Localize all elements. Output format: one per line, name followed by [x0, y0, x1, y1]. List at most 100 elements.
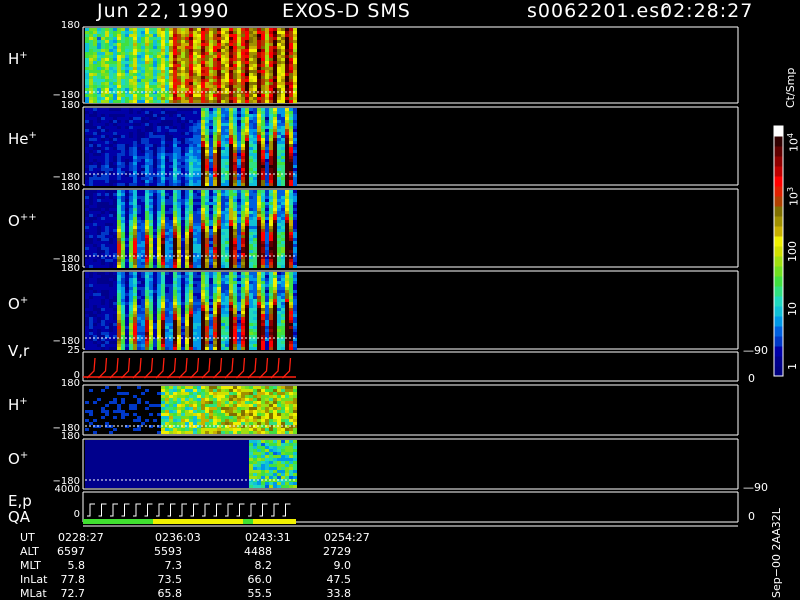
- spectrogram-cell: [121, 341, 125, 344]
- spectrogram-cell: [97, 314, 101, 317]
- spectrogram-cell: [105, 141, 109, 144]
- spectrogram-cell: [129, 141, 133, 144]
- spectrogram-cell: [105, 58, 109, 61]
- spectrogram-cell: [125, 114, 129, 117]
- spectrogram-cell: [209, 31, 213, 34]
- spectrogram-cell: [221, 205, 225, 208]
- spectrogram-cell: [129, 226, 133, 229]
- spectrogram-cell: [161, 302, 165, 305]
- spectrogram-cell: [221, 153, 225, 156]
- spectrogram-cell: [121, 305, 125, 308]
- spectrogram-cell: [193, 223, 197, 226]
- spectrogram-cell: [293, 46, 297, 49]
- spectrogram-cell: [125, 293, 129, 296]
- spectrogram-cell: [157, 147, 161, 150]
- spectrogram-cell: [221, 114, 225, 117]
- spectrogram-cell: [165, 241, 169, 244]
- spectrogram-cell: [113, 67, 117, 70]
- spectrogram-cell: [293, 159, 297, 162]
- spectrogram-cell: [93, 88, 97, 91]
- spectrogram-cell: [149, 49, 153, 52]
- spectrogram-cell: [209, 138, 213, 141]
- spectrogram-cell: [249, 223, 253, 226]
- spectrogram-cell: [141, 150, 145, 153]
- spectrogram-cell: [205, 235, 209, 238]
- spectrogram-cell: [257, 183, 261, 186]
- spectrogram-cell: [289, 123, 293, 126]
- spectrogram-cell: [189, 262, 193, 265]
- spectrogram-cell: [213, 138, 217, 141]
- spectrogram-cell: [229, 70, 233, 73]
- spectrogram-cell: [257, 126, 261, 129]
- spectrogram-cell: [113, 281, 117, 284]
- spectrogram-cell: [281, 100, 285, 103]
- spectrogram-cell: [89, 235, 93, 238]
- spectrogram-cell: [153, 247, 157, 250]
- spectrogram-cell: [201, 208, 205, 211]
- spectrogram-cell: [173, 247, 177, 250]
- spectrogram-cell: [277, 156, 281, 159]
- spectrogram-cell: [105, 299, 109, 302]
- spectrogram-cell: [109, 244, 113, 247]
- spectrogram-cell: [93, 232, 97, 235]
- spectrogram-cell: [85, 311, 89, 314]
- spectrogram-cell: [169, 196, 173, 199]
- spectrogram-cell: [125, 275, 129, 278]
- spectrogram-cell: [193, 76, 197, 79]
- spectrogram-cell: [105, 168, 109, 171]
- spectrogram-cell: [109, 275, 113, 278]
- spectrogram-cell: [169, 293, 173, 296]
- spectrogram-cell: [217, 150, 221, 153]
- spectrogram-cell: [245, 34, 249, 37]
- spectrogram-cell: [229, 214, 233, 217]
- spectrogram-cell: [89, 79, 93, 82]
- spectrogram-cell: [89, 344, 93, 347]
- spectrogram-cell: [221, 126, 225, 129]
- spectrogram-cell: [225, 177, 229, 180]
- spectrogram-cell: [101, 287, 105, 290]
- spectrogram-cell: [161, 250, 165, 253]
- spectrogram-cell: [205, 153, 209, 156]
- spectrogram-cell: [273, 28, 277, 31]
- spectrogram-cell: [201, 120, 205, 123]
- spectrogram-cell: [157, 199, 161, 202]
- spectrogram-cell: [101, 229, 105, 232]
- spectrogram-cell: [153, 114, 157, 117]
- spectrogram-cell: [137, 156, 141, 159]
- spectrogram-cell: [273, 129, 277, 132]
- spectrogram-cell: [145, 114, 149, 117]
- spectrogram-cell: [221, 272, 225, 275]
- spectrogram-cell: [197, 259, 201, 262]
- spectrogram-cell: [109, 332, 113, 335]
- spectrogram-cell: [177, 67, 181, 70]
- spectrogram-cell: [253, 55, 257, 58]
- spectrogram-cell: [281, 205, 285, 208]
- spectrogram-cell: [89, 241, 93, 244]
- spectrogram-cell: [125, 34, 129, 37]
- spectrogram-cell: [141, 232, 145, 235]
- spectrogram-cell: [153, 317, 157, 320]
- spectrogram-cell: [205, 70, 209, 73]
- spectrogram-cell: [221, 314, 225, 317]
- spectrogram-cell: [261, 199, 265, 202]
- spectrogram-cell: [209, 272, 213, 275]
- spectrogram-cell: [169, 229, 173, 232]
- spectrogram-cell: [289, 40, 293, 43]
- spectrogram-cell: [257, 229, 261, 232]
- spectrogram-cell: [129, 100, 133, 103]
- spectrogram-cell: [141, 76, 145, 79]
- spectrogram-cell: [209, 296, 213, 299]
- spectrogram-cell: [161, 55, 165, 58]
- spectrogram-cell: [181, 117, 185, 120]
- spectrogram-cell: [101, 94, 105, 97]
- spectrogram-cell: [165, 299, 169, 302]
- spectrogram-cell: [237, 49, 241, 52]
- spectrogram-cell: [249, 123, 253, 126]
- spectrogram-cell: [241, 220, 245, 223]
- spectrogram-cell: [113, 299, 117, 302]
- spectrogram-cell: [185, 34, 189, 37]
- spectrogram-cell: [137, 287, 141, 290]
- spectrogram-cell: [217, 144, 221, 147]
- spectrogram-cell: [161, 305, 165, 308]
- spectrogram-cell: [181, 114, 185, 117]
